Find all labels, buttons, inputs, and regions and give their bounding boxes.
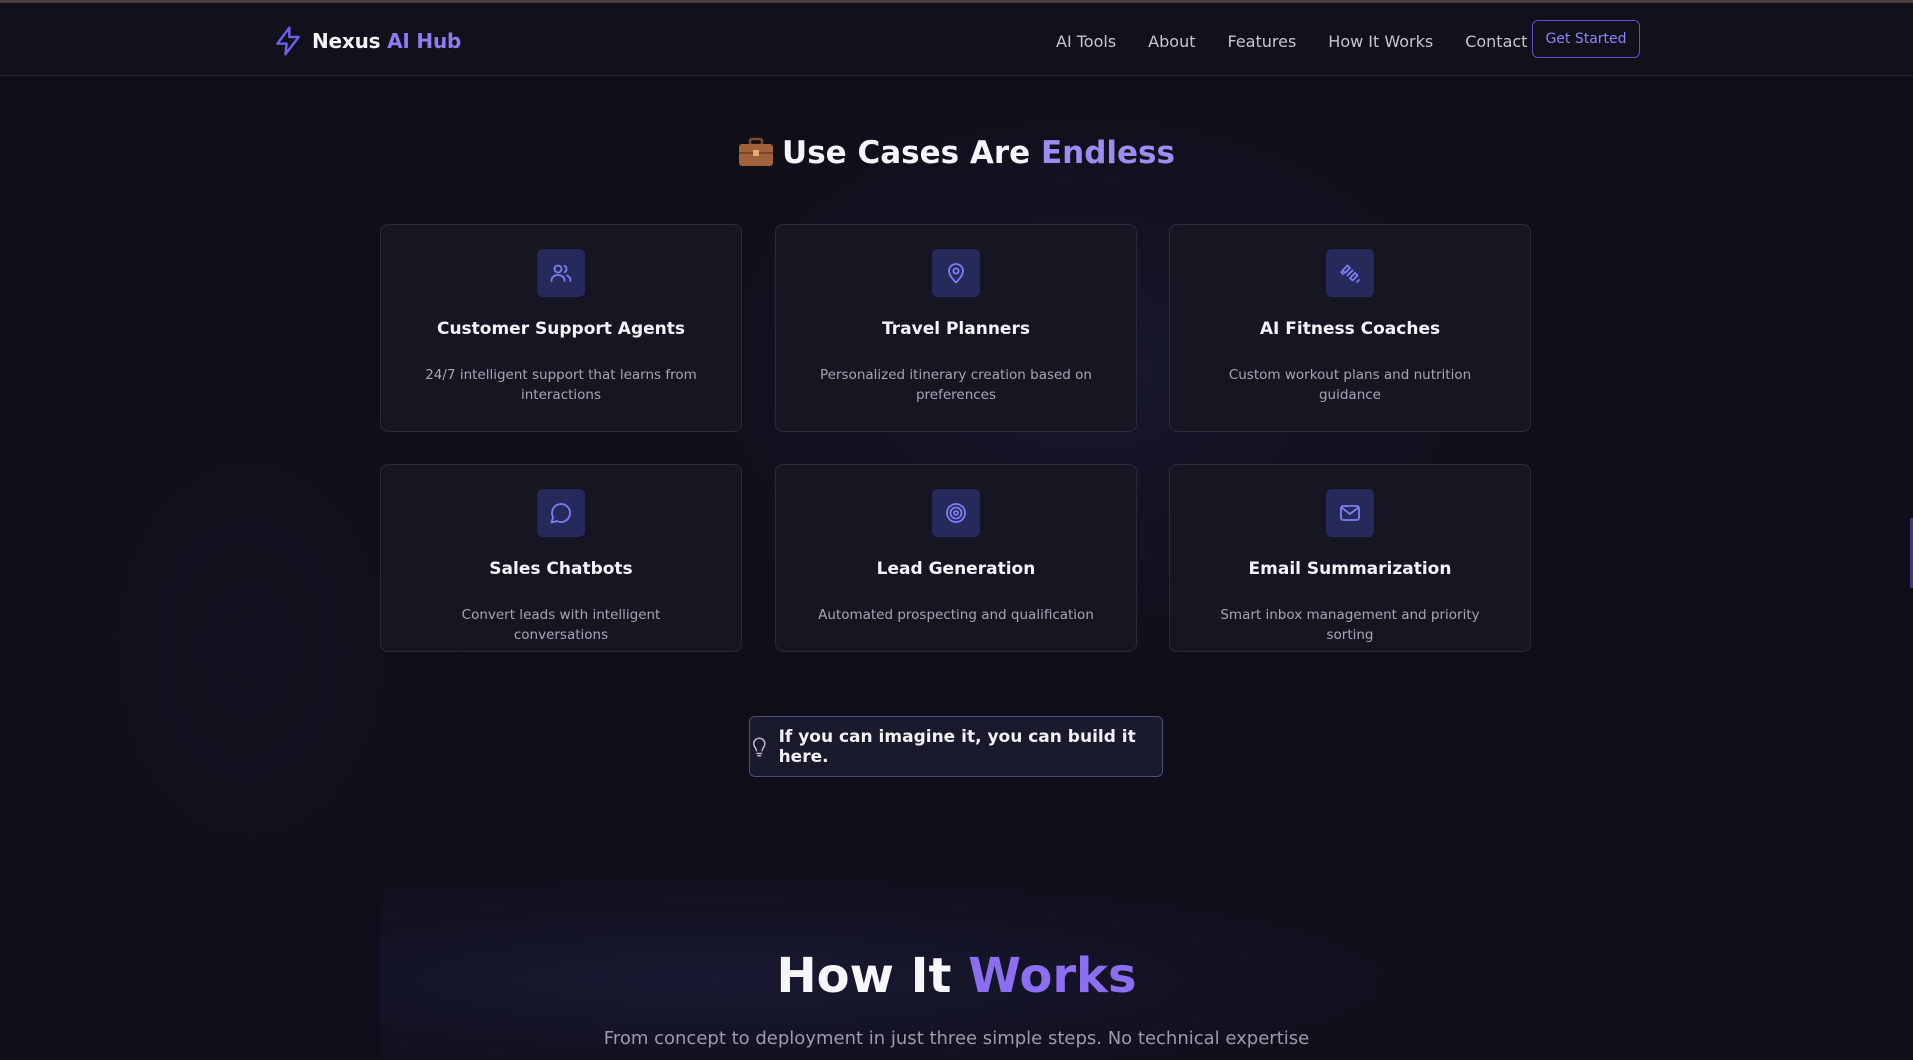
card-title: AI Fitness Coaches	[1259, 319, 1441, 339]
brand-name-second: AI Hub	[387, 29, 462, 53]
nav-link-about[interactable]: About	[1148, 32, 1195, 51]
use-case-card-lead-generation[interactable]: Lead Generation Automated prospecting an…	[775, 464, 1137, 652]
card-description: Custom workout plans and nutrition guida…	[1228, 367, 1472, 403]
target-icon	[946, 503, 966, 523]
map-pin-icon	[948, 263, 964, 284]
card-icon-box	[537, 249, 585, 297]
card-icon-box	[1326, 249, 1374, 297]
card-description: Automated prospecting and qualification	[818, 607, 1094, 623]
use-case-card-ai-fitness-coaches[interactable]: AI Fitness Coaches Custom workout plans …	[1169, 224, 1531, 432]
how-it-works-subtitle: From concept to deployment in just three…	[603, 1028, 1310, 1049]
navbar: Nexus AI Hub AI Tools About Features How…	[0, 3, 1913, 76]
nav-link-how-it-works[interactable]: How It Works	[1328, 32, 1433, 51]
lightbulb-icon	[752, 737, 766, 757]
card-description: Convert leads with intelligent conversat…	[461, 607, 661, 643]
lightning-bolt-icon	[276, 26, 300, 56]
nav-link-ai-tools[interactable]: AI Tools	[1056, 32, 1116, 51]
card-description: 24/7 intelligent support that learns fro…	[425, 367, 697, 403]
card-title: Lead Generation	[876, 559, 1036, 579]
use-case-card-email-summarization[interactable]: Email Summarization Smart inbox manageme…	[1169, 464, 1531, 652]
mail-icon	[1340, 505, 1360, 521]
card-title: Customer Support Agents	[436, 319, 686, 339]
imagine-callout-text: If you can imagine it, you can build it …	[778, 726, 1136, 767]
nav-links: AI Tools About Features How It Works Con…	[1056, 28, 1559, 54]
use-cases-title-highlight: Endless	[1040, 135, 1175, 171]
card-title: Sales Chatbots	[489, 559, 633, 579]
card-title: Travel Planners	[882, 319, 1030, 339]
brand-logo[interactable]: Nexus AI Hub	[272, 24, 461, 58]
card-description: Personalized itinerary creation based on…	[820, 367, 1092, 403]
use-cases-title: Use Cases Are Endless	[0, 135, 1913, 171]
card-icon-box	[932, 249, 980, 297]
brand-name: Nexus AI Hub	[312, 29, 461, 53]
get-started-button[interactable]: Get Started	[1532, 20, 1640, 58]
how-it-works-title-highlight: Works	[968, 948, 1137, 1004]
use-case-card-travel-planners[interactable]: Travel Planners Personalized itinerary c…	[775, 224, 1137, 432]
use-case-card-sales-chatbots[interactable]: Sales Chatbots Convert leads with intell…	[380, 464, 742, 652]
imagine-callout: If you can imagine it, you can build it …	[749, 716, 1163, 777]
card-icon-box	[932, 489, 980, 537]
nav-link-contact[interactable]: Contact	[1465, 32, 1527, 51]
nav-link-features[interactable]: Features	[1227, 32, 1296, 51]
brand-name-first: Nexus	[312, 29, 381, 53]
use-cases-title-prefix: Use Cases Are	[782, 135, 1031, 171]
how-it-works-title-prefix: How It	[776, 948, 952, 1004]
card-icon-box	[1326, 489, 1374, 537]
dumbbell-icon	[1340, 264, 1360, 283]
briefcase-icon	[739, 137, 774, 166]
how-it-works-title: How It Works	[0, 948, 1913, 1004]
card-title: Email Summarization	[1248, 559, 1452, 579]
use-case-card-customer-support[interactable]: Customer Support Agents 24/7 intelligent…	[380, 224, 742, 432]
card-description: Smart inbox management and priority sort…	[1220, 607, 1480, 643]
card-icon-box	[537, 489, 585, 537]
chat-bubble-icon	[550, 503, 571, 524]
users-icon	[550, 264, 572, 282]
